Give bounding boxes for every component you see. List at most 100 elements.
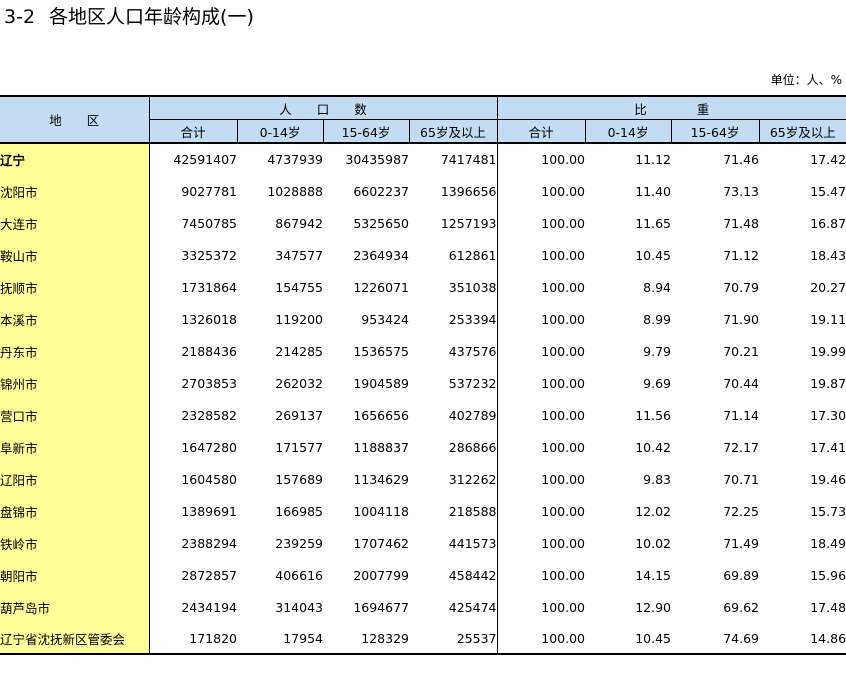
population-count-cell: 1226071 bbox=[353, 279, 409, 295]
population-count-cell: 25537 bbox=[409, 623, 498, 655]
share-percent-cell: 20.27 bbox=[810, 279, 846, 295]
population-count-cell: 312262 bbox=[448, 471, 497, 487]
share-percent-cell: 9.83 bbox=[643, 471, 672, 487]
population-count-cell: 2007799 bbox=[353, 567, 409, 583]
share-percent-cell: 70.21 bbox=[723, 343, 760, 359]
population-count-cell: 458442 bbox=[448, 567, 497, 583]
share-percent-cell: 72.17 bbox=[723, 439, 760, 455]
population-count-cell: 7417481 bbox=[440, 152, 497, 167]
share-percent-cell: 100.00 bbox=[496, 431, 586, 463]
region-name: 葫芦岛市 bbox=[0, 591, 150, 623]
population-count-cell: 4737939 bbox=[267, 152, 323, 167]
region-name: 抚顺市 bbox=[0, 271, 150, 303]
share-percent-cell: 10.42 bbox=[635, 439, 672, 455]
table-row: 锦州市 2703853 262032 1904589 537232 100.00 9.69 7… bbox=[0, 367, 846, 399]
population-count-cell: 17954 bbox=[237, 623, 323, 655]
share-percent-cell: 100.00 bbox=[496, 303, 586, 335]
table-row: 营口市 2328582 269137 1656656 402789 100.00 11.56… bbox=[0, 399, 846, 431]
share-percent-cell: 100.00 bbox=[496, 239, 586, 271]
table-row: 铁岭市 2388294 239259 1707462 441573 100.00 10.02… bbox=[0, 527, 846, 559]
region-name: 锦州市 bbox=[0, 367, 150, 399]
share-percent-cell: 9.69 bbox=[643, 375, 672, 391]
region-name: 大连市 bbox=[0, 207, 150, 239]
population-count-cell: 253394 bbox=[448, 311, 497, 327]
share-percent-cell: 100.00 bbox=[496, 335, 586, 367]
region-name: 营口市 bbox=[0, 399, 150, 431]
population-count-cell: 5325650 bbox=[353, 215, 409, 231]
population-count-cell: 402789 bbox=[448, 407, 497, 423]
share-percent-cell: 19.99 bbox=[810, 343, 846, 359]
share-percent-cell: 19.11 bbox=[810, 311, 846, 327]
table-title: 各地区人口年龄构成(一) bbox=[49, 6, 254, 28]
share-percent-cell: 100.00 bbox=[496, 399, 586, 431]
population-count-cell: 218588 bbox=[448, 503, 497, 519]
share-percent-cell: 100.00 bbox=[496, 143, 586, 175]
share-percent-cell: 10.45 bbox=[585, 623, 672, 655]
column-header-count-3: 65岁及以上 bbox=[408, 119, 498, 144]
table-number: 3-2 bbox=[4, 6, 36, 28]
population-count-cell: 1028888 bbox=[267, 183, 323, 199]
table-row: 鞍山市 3325372 347577 2364934 612861 100.00 10.45… bbox=[0, 239, 846, 271]
share-percent-cell: 11.65 bbox=[635, 215, 672, 231]
population-count-cell: 3325372 bbox=[181, 247, 237, 263]
column-header-share-0: 合计 bbox=[496, 119, 586, 144]
share-percent-cell: 16.87 bbox=[810, 215, 846, 231]
population-count-cell: 1604580 bbox=[181, 471, 237, 487]
region-name: 铁岭市 bbox=[0, 527, 150, 559]
population-count-cell: 2188436 bbox=[181, 343, 237, 359]
population-count-cell: 214285 bbox=[275, 343, 323, 359]
share-percent-cell: 74.69 bbox=[671, 623, 760, 655]
population-count-cell: 286866 bbox=[448, 439, 497, 455]
population-age-table: 地 区 人 口 数 比 重 合计 0-14岁 15-64岁 65岁及以上 合计 0-14岁… bbox=[0, 95, 846, 655]
share-percent-cell: 71.49 bbox=[723, 535, 760, 551]
table-row: 大连市 7450785 867942 5325650 1257193 100.00 11.6… bbox=[0, 207, 846, 239]
population-count-cell: 128329 bbox=[323, 623, 409, 655]
share-percent-cell: 11.12 bbox=[635, 152, 672, 167]
population-count-cell: 1656656 bbox=[353, 407, 409, 423]
share-percent-cell: 9.79 bbox=[643, 343, 672, 359]
population-count-cell: 171577 bbox=[275, 439, 323, 455]
population-count-cell: 30435987 bbox=[345, 152, 409, 167]
population-count-cell: 612861 bbox=[448, 247, 497, 263]
population-count-cell: 437576 bbox=[448, 343, 497, 359]
population-count-cell: 262032 bbox=[275, 375, 323, 391]
share-percent-cell: 71.46 bbox=[723, 152, 760, 167]
table-row: 阜新市 1647280 171577 1188837 286866 100.00 10.42… bbox=[0, 431, 846, 463]
population-count-cell: 119200 bbox=[275, 311, 323, 327]
column-header-share-2: 15-64岁 bbox=[670, 119, 760, 144]
share-percent-cell: 8.99 bbox=[643, 311, 672, 327]
share-percent-cell: 100.00 bbox=[496, 527, 586, 559]
population-count-cell: 7450785 bbox=[181, 215, 237, 231]
share-percent-cell: 70.71 bbox=[723, 471, 760, 487]
population-count-cell: 953424 bbox=[361, 311, 409, 327]
column-header-share-1: 0-14岁 bbox=[584, 119, 672, 144]
population-count-cell: 171820 bbox=[149, 623, 237, 655]
share-percent-cell: 14.15 bbox=[635, 567, 672, 583]
table-row: 辽宁省沈抚新区管委会 171820 17954 128329 25537 100.00 10… bbox=[0, 623, 846, 655]
region-name: 辽宁省沈抚新区管委会 bbox=[0, 623, 150, 655]
table-row: 本溪市 1326018 119200 953424 253394 100.00 8.99 71… bbox=[0, 303, 846, 335]
population-count-cell: 6602237 bbox=[353, 183, 409, 199]
share-percent-cell: 100.00 bbox=[496, 591, 586, 623]
share-percent-cell: 8.94 bbox=[643, 279, 672, 295]
population-count-cell: 347577 bbox=[275, 247, 323, 263]
population-count-cell: 239259 bbox=[275, 535, 323, 551]
population-count-cell: 1188837 bbox=[353, 439, 409, 455]
population-count-cell: 406616 bbox=[275, 567, 323, 583]
population-count-cell: 314043 bbox=[275, 599, 323, 615]
population-count-cell: 42591407 bbox=[173, 152, 237, 167]
share-percent-cell: 17.42 bbox=[810, 152, 846, 167]
table-row: 盘锦市 1389691 166985 1004118 218588 100.00 12.02… bbox=[0, 495, 846, 527]
population-count-cell: 154755 bbox=[275, 279, 323, 295]
population-count-cell: 1647280 bbox=[181, 439, 237, 455]
region-name: 沈阳市 bbox=[0, 175, 150, 207]
share-group-header: 比 重 bbox=[496, 95, 846, 120]
population-count-cell: 351038 bbox=[448, 279, 497, 295]
column-header-count-0: 合计 bbox=[149, 119, 237, 144]
share-percent-cell: 15.47 bbox=[810, 183, 846, 199]
population-count-cell: 2703853 bbox=[181, 375, 237, 391]
table-row: 抚顺市 1731864 154755 1226071 351038 100.00 8.94 7… bbox=[0, 271, 846, 303]
population-count-cell: 441573 bbox=[448, 535, 497, 551]
column-header-count-1: 0-14岁 bbox=[236, 119, 323, 144]
population-count-cell: 1389691 bbox=[181, 503, 237, 519]
